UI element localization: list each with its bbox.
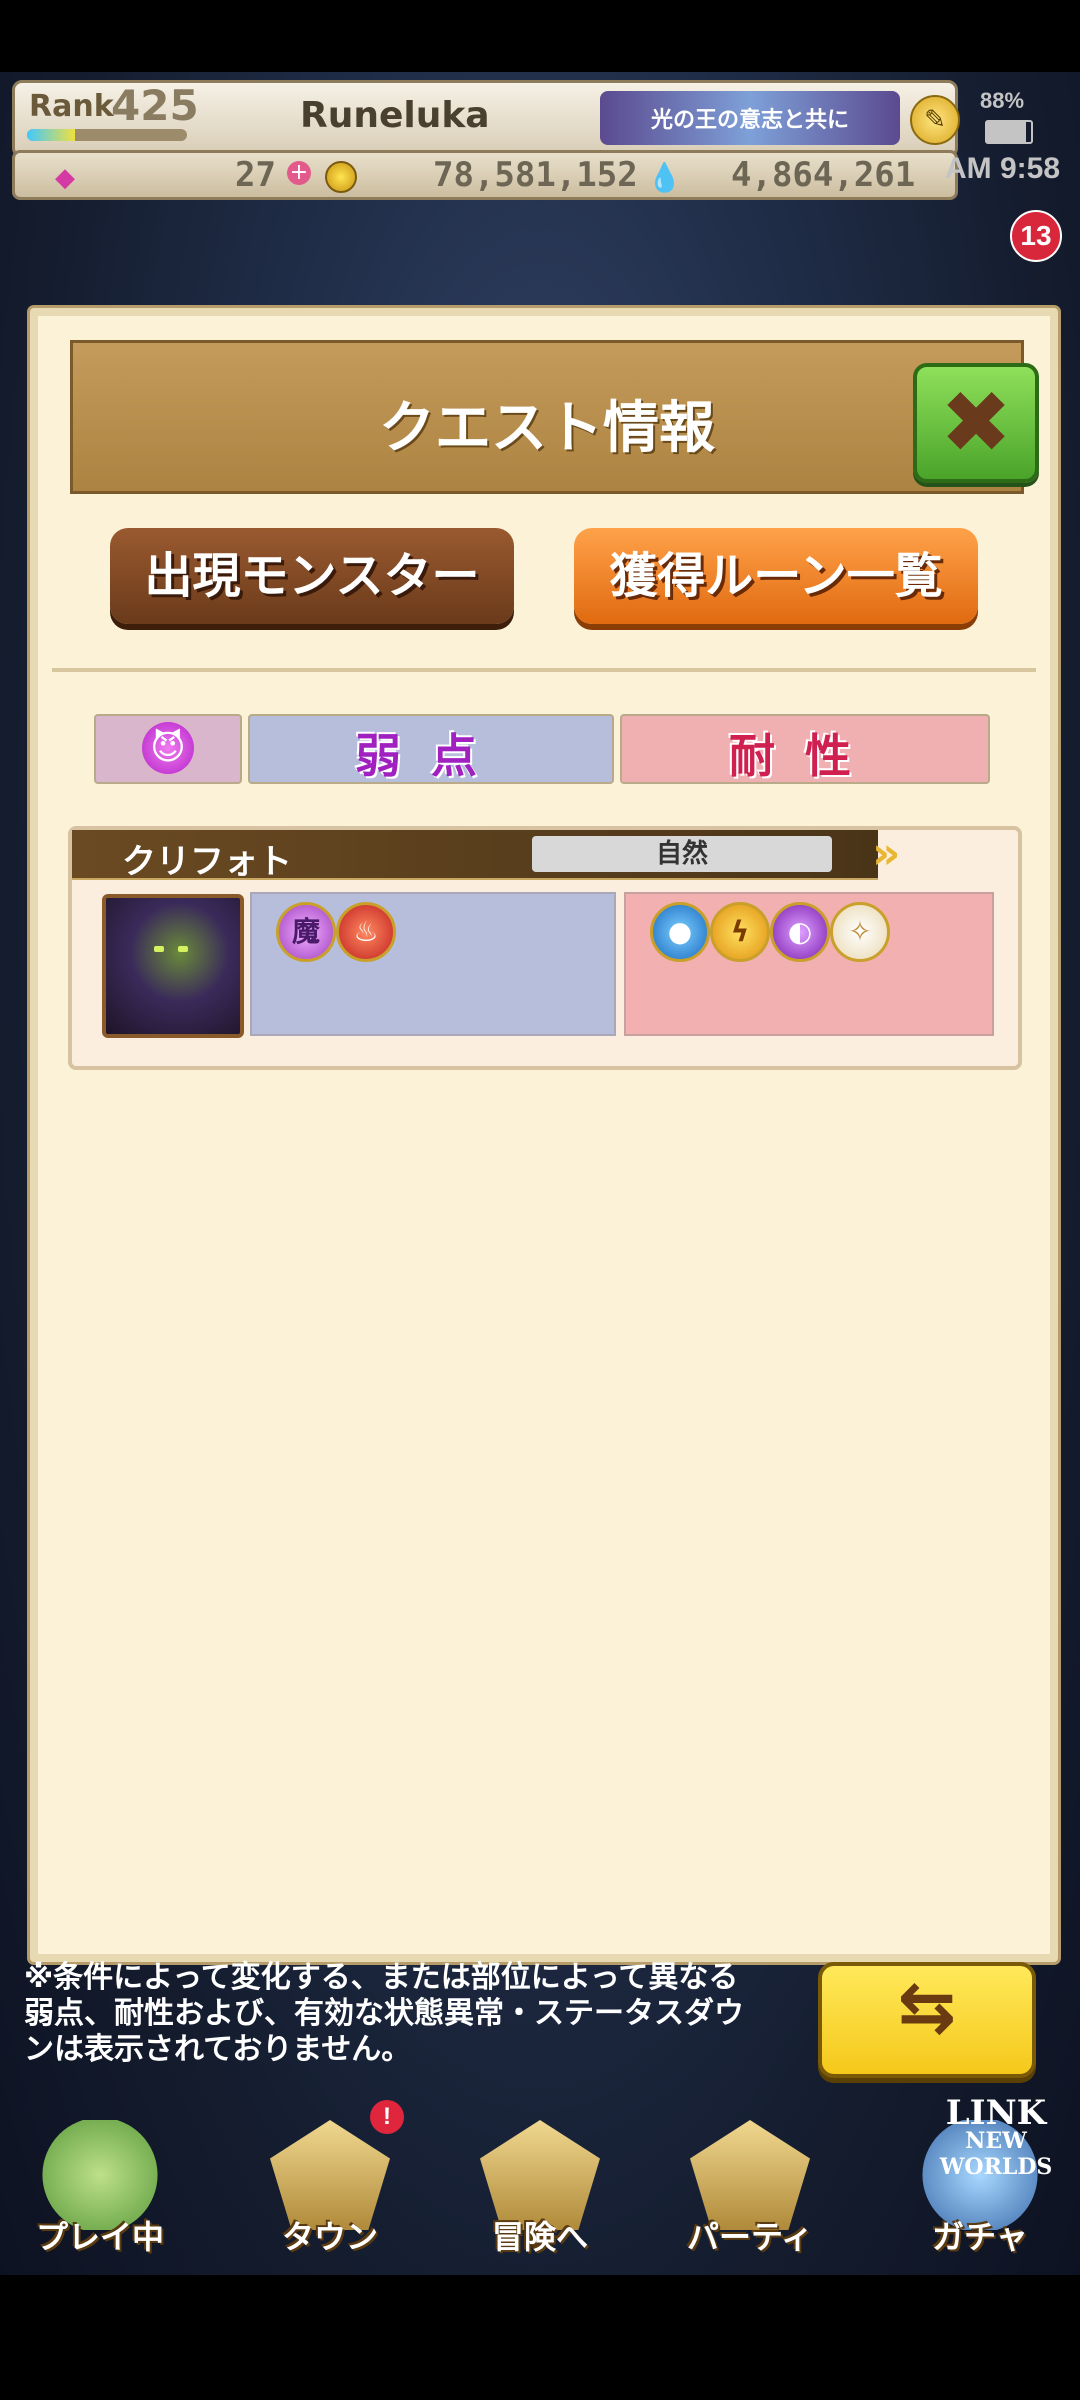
gold-coin-icon xyxy=(325,161,357,193)
game-logo: LINK NEW WORLDS xyxy=(912,2096,1080,2180)
weakness-label: 弱点 xyxy=(355,729,507,783)
system-nav-area xyxy=(0,2275,1080,2400)
rank-label: Rank xyxy=(29,89,114,124)
rank-progress xyxy=(27,129,187,141)
light-icon: ✧ xyxy=(830,902,890,962)
resistance-cell: ● ϟ ◐ ✧ xyxy=(624,892,994,1036)
dark-icon: ◐ xyxy=(770,902,830,962)
water-icon: ● xyxy=(650,902,710,962)
add-gem-icon[interactable]: + xyxy=(287,161,311,185)
nav-town-label: タウン xyxy=(281,2218,378,2256)
resistance-column-header: 耐性 xyxy=(620,714,990,784)
nav-party[interactable]: パーティ xyxy=(670,2110,830,2270)
edit-pencil-icon[interactable]: ✎ xyxy=(910,95,960,145)
tab-rune-list[interactable]: 獲得ルーン一覧 xyxy=(574,528,978,624)
nav-party-label: パーティ xyxy=(686,2218,814,2256)
divider xyxy=(52,668,1036,672)
soul-drop-icon: 💧 xyxy=(647,161,682,194)
swap-arrows-icon: ⇆ xyxy=(897,1966,957,2048)
close-icon: ✖ xyxy=(939,373,1013,473)
weakness-column-header: 弱点 xyxy=(248,714,614,784)
weakness-cell: 魔 ♨ xyxy=(250,892,616,1036)
soul-count: 4,864,261 xyxy=(731,155,916,195)
title-banner[interactable]: 光の王の意志と共に xyxy=(600,91,900,145)
gem-count: 27 xyxy=(235,155,276,195)
town-alert-badge: ! xyxy=(370,2100,404,2134)
nav-adventure-label: 冒険へ xyxy=(491,2218,588,2256)
gem-icon: ◆ xyxy=(55,163,75,193)
nav-gacha-label: ガチャ xyxy=(932,2218,1028,2256)
monster-attribute: 自然 xyxy=(532,836,832,872)
battery-icon xyxy=(985,120,1033,144)
gold-count: 78,581,152 xyxy=(433,155,638,195)
logo-line1: LINK xyxy=(945,2093,1047,2133)
nav-playing[interactable]: プレイ中 xyxy=(20,2110,180,2270)
resistance-label: 耐性 xyxy=(729,729,881,783)
player-header[interactable]: Rank 425 Runeluka 光の王の意志と共に ✎ xyxy=(12,80,960,158)
monster-name-bar: クリフォト 自然 xyxy=(72,830,878,882)
status-bar xyxy=(0,0,1080,72)
nav-town[interactable]: タウン xyxy=(250,2110,410,2270)
tab-appearing-monsters[interactable]: 出現モンスター xyxy=(110,528,514,624)
monster-name: クリフォト xyxy=(122,842,292,882)
demon-face-icon: 😈 xyxy=(142,722,194,774)
close-button[interactable]: ✖ xyxy=(913,363,1039,483)
battery-percent: 88% xyxy=(980,88,1025,113)
monster-column-header: 😈 xyxy=(94,714,242,784)
nav-adventure[interactable]: 冒険へ xyxy=(460,2110,620,2270)
currency-bar: ◆ 27 + 78,581,152 💧 4,864,261 xyxy=(12,150,958,200)
thunder-icon: ϟ xyxy=(710,902,770,962)
player-name: Runeluka xyxy=(300,95,490,136)
clock: AM 9:58 xyxy=(945,152,1061,185)
monster-portrait[interactable] xyxy=(102,894,244,1038)
fire-icon: ♨ xyxy=(336,902,396,962)
nav-playing-label: プレイ中 xyxy=(35,2218,164,2256)
chevron-right-icon: » xyxy=(872,828,901,879)
rank-value: 425 xyxy=(111,81,199,130)
gift-count-badge[interactable]: 13 xyxy=(1010,210,1062,262)
swap-button[interactable]: ⇆ xyxy=(818,1962,1036,2078)
disclaimer-note: ※条件によって変化する、または部位によって異なる弱点、耐性および、有効な状態異常… xyxy=(24,1960,744,2067)
monster-row[interactable]: クリフォト 自然 » 魔 ♨ ● ϟ ◐ ✧ xyxy=(68,826,1022,1070)
modal-title-bar: クエスト情報 ✖ xyxy=(70,340,1039,494)
demon-icon: 魔 xyxy=(276,902,336,962)
modal-title: クエスト情報 xyxy=(379,396,715,461)
quest-info-modal: クエスト情報 ✖ 出現モンスター 獲得ルーン一覧 😈 弱点 耐性 クリフォト 自… xyxy=(30,308,1058,1962)
logo-line2: NEW WORLDS xyxy=(939,2128,1053,2180)
